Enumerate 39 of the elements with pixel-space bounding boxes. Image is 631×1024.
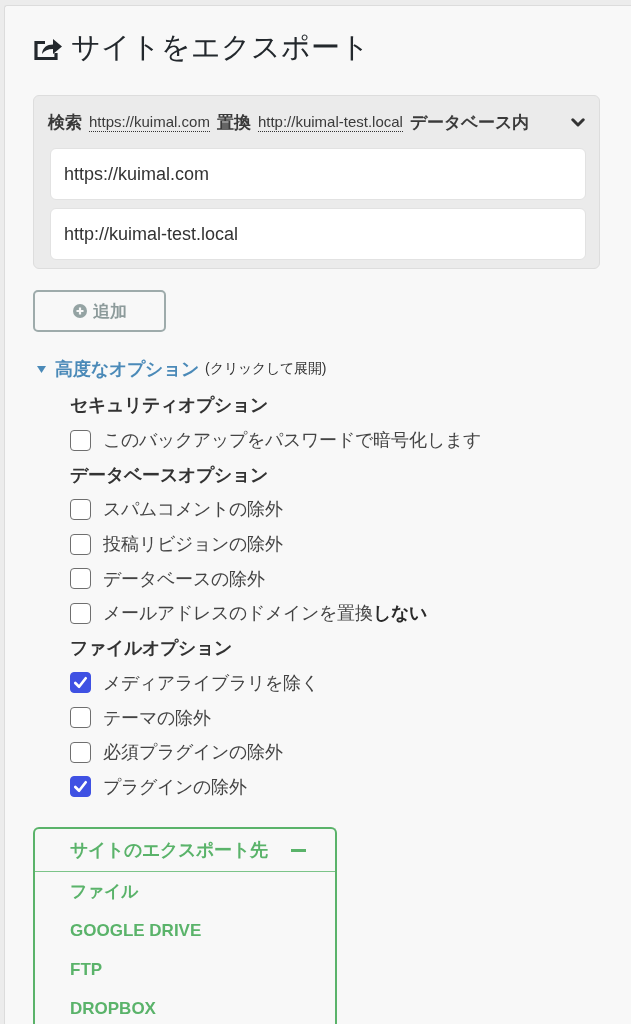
url-text: http://kuimal-test.local xyxy=(257,112,403,132)
section-heading: セキュリティオプション xyxy=(70,394,268,418)
checkbox[interactable] xyxy=(70,568,91,590)
option-label: データベースの除外 xyxy=(103,567,265,591)
destination-link[interactable]: FTP xyxy=(35,950,103,990)
plus-circle-icon xyxy=(72,304,87,318)
destination-link[interactable]: ファイル xyxy=(35,872,138,912)
expand-hint: (クリックして展開) xyxy=(205,359,327,378)
section-heading: ファイルオプション xyxy=(70,637,232,661)
checkbox[interactable] xyxy=(70,533,91,555)
checkbox[interactable] xyxy=(70,707,91,729)
option-label: メディアライブラリを除く xyxy=(103,671,319,695)
option-label: スパムコメントの除外 xyxy=(103,498,283,522)
option-label: テーマの除外 xyxy=(103,706,211,730)
checkbox[interactable] xyxy=(70,672,91,694)
destination-link[interactable]: GOOGLE DRIVE xyxy=(35,911,202,951)
header-label: 検索 xyxy=(48,111,82,134)
option-label: 投稿リビジョンの除外 xyxy=(103,533,283,557)
destination-link[interactable]: DROPBOX xyxy=(35,989,156,1024)
checkbox[interactable] xyxy=(70,429,91,451)
advanced-options-toggle[interactable]: 高度なオプション xyxy=(33,357,199,381)
option-label: このバックアップをパスワードで暗号化します xyxy=(103,429,481,453)
header-label: 置換 xyxy=(216,111,251,134)
input-field[interactable]: https://kuimal.com xyxy=(50,148,586,200)
checkbox[interactable] xyxy=(70,741,91,763)
page-title: サイトをエクスポート xyxy=(71,30,370,65)
option-label: 必須プラグインの除外 xyxy=(103,741,283,765)
export-destination-title[interactable]: サイトのエクスポート先 xyxy=(70,838,268,863)
option-label: メールアドレスのドメインを置換しない xyxy=(103,602,427,626)
input-field[interactable]: http://kuimal-test.local xyxy=(50,208,586,260)
checkbox[interactable] xyxy=(70,498,91,520)
url-text: https://kuimal.com xyxy=(89,112,210,132)
section-heading: データベースオプション xyxy=(70,463,268,487)
option-label: プラグインの除外 xyxy=(103,775,247,799)
add-button[interactable]: 追加 xyxy=(33,290,166,332)
chevron-down-icon[interactable] xyxy=(571,117,585,127)
header-label: データベース内 xyxy=(409,111,529,134)
checkbox[interactable] xyxy=(70,602,91,624)
checkbox[interactable] xyxy=(70,776,91,798)
